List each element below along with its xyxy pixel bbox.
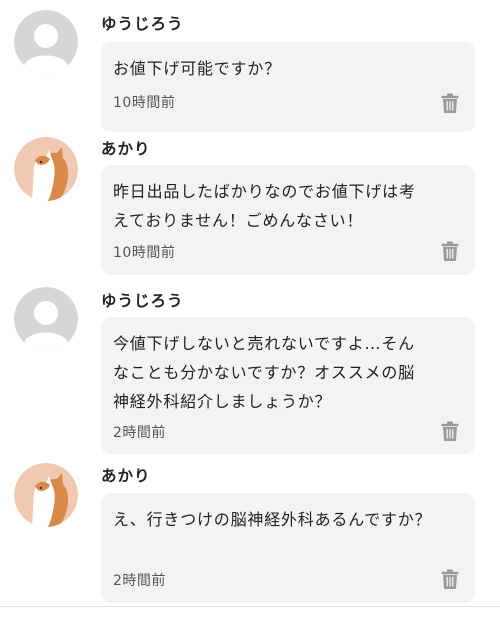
comment-text: え、行きつけの脳神経外科あるんですか？ — [113, 510, 432, 529]
comment-time: 2時間前 — [113, 425, 166, 441]
comment-bubble: お値下げ可能ですか？ 10時間前 — [101, 42, 475, 132]
comment-item: あかり 昨日出品したばかりなのでお値下げは考 えておりません！ごめんなさい！ 1… — [0, 137, 500, 282]
comment-bubble: 今値下げしないと売れないですよ…そん なことも分かないですか？オススメの脳 神経… — [101, 317, 475, 454]
default-user-avatar-icon — [14, 287, 78, 351]
comment-text: 昨日出品したばかりなのでお値下げは考 えておりません！ごめんなさい！ — [113, 182, 416, 230]
comment-item: ゆうじろう お値下げ可能ですか？ 10時間前 — [0, 10, 500, 135]
avatar[interactable] — [14, 287, 78, 351]
comment-bubble: 昨日出品したばかりなのでお値下げは考 えておりません！ごめんなさい！ 10時間前 — [101, 165, 475, 275]
comment-bubble: え、行きつけの脳神経外科あるんですか？ 2時間前 — [101, 493, 475, 603]
comment-list: ゆうじろう お値下げ可能ですか？ 10時間前 あかり 昨日出品したばかりなのでお… — [0, 0, 500, 617]
divider — [0, 606, 500, 607]
username[interactable]: ゆうじろう — [101, 289, 184, 311]
trash-icon[interactable] — [441, 569, 459, 589]
comment-text: お値下げ可能ですか？ — [113, 59, 282, 78]
username[interactable]: ゆうじろう — [101, 12, 184, 34]
comment-text: 今値下げしないと売れないですよ…そん なことも分かないですか？オススメの脳 神経… — [113, 334, 415, 411]
comment-time: 10時間前 — [113, 95, 176, 111]
cat-avatar-icon — [14, 137, 78, 201]
comment-time: 10時間前 — [113, 245, 176, 261]
comment-item: あかり え、行きつけの脳神経外科あるんですか？ 2時間前 — [0, 463, 500, 605]
trash-icon[interactable] — [441, 421, 459, 441]
avatar[interactable] — [14, 463, 78, 527]
username[interactable]: あかり — [101, 464, 151, 486]
comment-time: 2時間前 — [113, 573, 166, 589]
avatar[interactable] — [14, 10, 78, 74]
username[interactable]: あかり — [101, 137, 151, 159]
avatar[interactable] — [14, 137, 78, 201]
comment-item: ゆうじろう 今値下げしないと売れないですよ…そん なことも分かないですか？オスス… — [0, 287, 500, 455]
trash-icon[interactable] — [441, 241, 459, 261]
cat-avatar-icon — [14, 463, 78, 527]
default-user-avatar-icon — [14, 10, 78, 74]
trash-icon[interactable] — [441, 93, 459, 113]
